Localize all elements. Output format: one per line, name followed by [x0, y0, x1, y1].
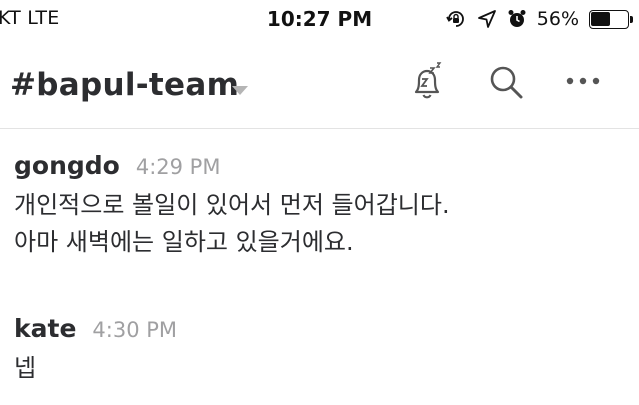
message-item[interactable]: kate 4:30 PM 넵	[14, 314, 177, 387]
channel-title[interactable]: #bapul-team	[10, 67, 239, 103]
search-icon[interactable]	[486, 62, 526, 102]
message-meta: gongdo 4:29 PM	[14, 151, 450, 187]
more-icon[interactable]	[563, 74, 603, 88]
message-meta: kate 4:30 PM	[14, 314, 177, 350]
status-bar: KT LTE 10:27 PM 56%	[0, 0, 639, 40]
channel-header: #bapul-team	[0, 40, 639, 129]
battery-icon	[589, 9, 633, 29]
message-text-line: 아마 새벽에는 일하고 있을거에요.	[14, 228, 354, 256]
message-timestamp: 4:29 PM	[135, 155, 221, 179]
message-timestamp: 4:30 PM	[92, 318, 178, 342]
message-item[interactable]: gongdo 4:29 PM 개인적으로 볼일이 있어서 먼저 들어갑니다. 아…	[14, 151, 450, 261]
snooze-bell-icon[interactable]	[408, 62, 448, 102]
message-text-line: 넵	[14, 354, 37, 382]
rotation-lock-icon	[445, 8, 467, 30]
battery-percent: 56%	[536, 8, 579, 30]
location-arrow-icon	[477, 9, 497, 29]
message-author[interactable]: kate	[14, 314, 76, 343]
status-indicators: 56%	[445, 7, 633, 31]
message-author[interactable]: gongdo	[14, 151, 120, 180]
alarm-clock-icon	[507, 9, 527, 29]
channel-dropdown-caret-icon[interactable]	[232, 86, 248, 95]
message-text-line: 개인적으로 볼일이 있어서 먼저 들어갑니다.	[14, 191, 450, 219]
